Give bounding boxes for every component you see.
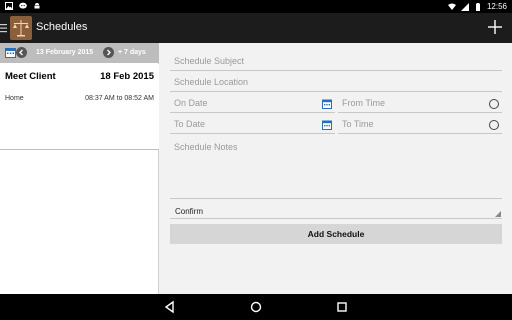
back-icon[interactable] — [163, 300, 177, 314]
app-title: Schedules — [36, 21, 88, 33]
current-date-label: 13 February 2015 — [36, 49, 94, 56]
app-bar: Schedules — [0, 13, 512, 43]
android-icon — [34, 3, 40, 9]
chevron-right-icon — [107, 49, 111, 56]
status-time: 12:56 — [486, 2, 507, 11]
next-week-button[interactable] — [103, 47, 114, 58]
schedule-subject: Meet Client — [5, 71, 56, 82]
schedule-subject-placeholder: Schedule Subject — [174, 56, 245, 66]
to-time-field[interactable]: To Time — [338, 116, 502, 134]
wifi-icon — [447, 3, 456, 10]
schedule-notes-field[interactable]: Schedule Notes — [170, 137, 502, 199]
clock-icon[interactable] — [489, 99, 499, 109]
schedule-location: Home — [5, 95, 24, 102]
calendar-icon[interactable] — [322, 99, 332, 109]
from-time-placeholder: From Time — [342, 98, 386, 108]
confirm-select[interactable]: Confirm — [170, 203, 502, 219]
forward-range-label: + 7 days — [118, 49, 146, 56]
schedule-form: Schedule Subject Schedule Location On Da… — [170, 43, 502, 294]
to-date-placeholder: To Date — [174, 119, 206, 129]
add-schedule-button[interactable]: Add Schedule — [170, 224, 502, 244]
previous-week-button[interactable] — [16, 47, 27, 58]
system-navigation-bar — [0, 294, 512, 320]
messenger-icon — [19, 2, 27, 9]
calendar-icon[interactable] — [322, 120, 332, 130]
schedule-time-range: 08:37 AM to 08:52 AM — [85, 95, 154, 102]
signal-icon — [460, 2, 469, 11]
recents-icon[interactable] — [335, 300, 349, 314]
add-schedule-icon[interactable] — [487, 19, 503, 35]
menu-icon[interactable] — [0, 22, 8, 34]
app-logo[interactable] — [10, 16, 32, 40]
from-time-field[interactable]: From Time — [338, 95, 502, 113]
schedule-notes-placeholder: Schedule Notes — [174, 142, 238, 152]
battery-icon — [475, 2, 480, 11]
status-bar: 12:56 — [0, 0, 512, 13]
schedule-subject-field[interactable]: Schedule Subject — [170, 53, 502, 71]
to-time-placeholder: To Time — [342, 119, 374, 129]
schedule-location-field[interactable]: Schedule Location — [170, 74, 502, 92]
date-navigation-bar: 13 February 2015 + 7 days — [0, 43, 159, 63]
on-date-placeholder: On Date — [174, 98, 208, 108]
scales-icon — [13, 20, 29, 37]
confirm-selected-value: Confirm — [175, 207, 204, 216]
schedule-location-placeholder: Schedule Location — [174, 77, 249, 87]
schedule-date: 18 Feb 2015 — [100, 71, 154, 82]
calendar-icon[interactable] — [5, 47, 16, 58]
on-date-field[interactable]: On Date — [170, 95, 335, 113]
to-date-field[interactable]: To Date — [170, 116, 335, 134]
chevron-left-icon — [19, 49, 23, 56]
schedule-list-pane: 13 February 2015 + 7 days Meet Client 18… — [0, 43, 159, 294]
schedule-item[interactable]: Meet Client 18 Feb 2015 Home 08:37 AM to… — [0, 64, 159, 150]
dropdown-triangle-icon — [495, 211, 501, 217]
home-icon[interactable] — [249, 300, 263, 314]
content-area: 13 February 2015 + 7 days Meet Client 18… — [0, 43, 512, 294]
clock-icon[interactable] — [489, 120, 499, 130]
gallery-icon — [5, 2, 13, 10]
